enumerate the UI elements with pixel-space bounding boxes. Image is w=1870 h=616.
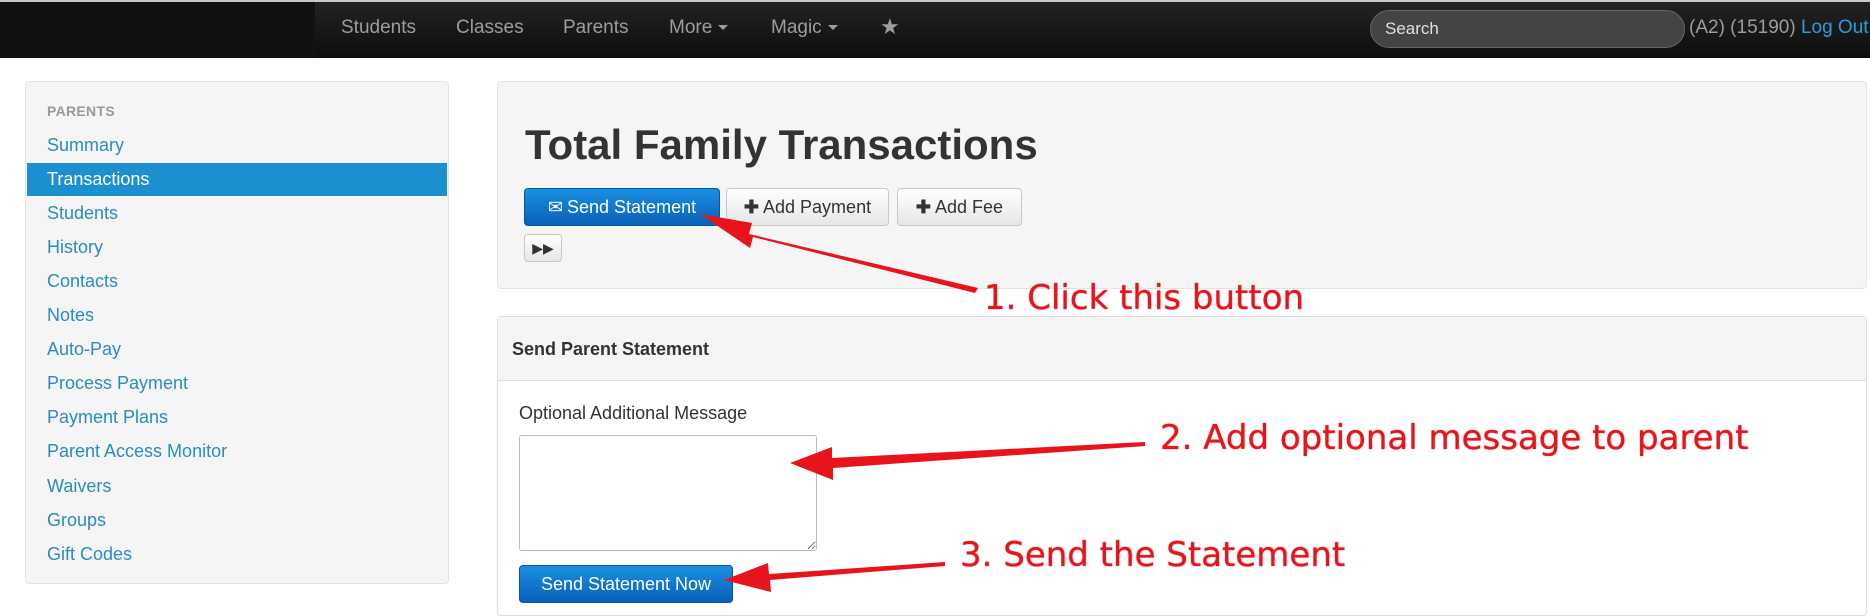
top-navbar: Students Classes Parents More Magic ★ (A… bbox=[0, 0, 1870, 58]
sidebar-item-process-payment[interactable]: Process Payment bbox=[27, 367, 447, 400]
sidebar-item-contacts[interactable]: Contacts bbox=[27, 265, 447, 298]
user-info: (A2) (15190) Log Out bbox=[1689, 16, 1869, 40]
star-icon[interactable]: ★ bbox=[880, 14, 900, 40]
sidebar-heading: PARENTS bbox=[47, 103, 115, 119]
message-textarea[interactable] bbox=[519, 435, 817, 551]
fast-forward-icon: ▶▶ bbox=[532, 240, 554, 256]
sidebar: PARENTS Summary Transactions Students Hi… bbox=[25, 81, 449, 584]
annotation-step3: 3. Send the Statement bbox=[960, 535, 1346, 575]
nav-magic-dropdown[interactable]: Magic bbox=[771, 16, 838, 40]
plus-icon: ✚ bbox=[915, 197, 932, 217]
annotation-step2: 2. Add optional message to parent bbox=[1160, 418, 1749, 458]
add-payment-button[interactable]: ✚ Add Payment bbox=[726, 188, 889, 226]
nav-magic-label: Magic bbox=[771, 17, 822, 38]
send-statement-button[interactable]: ✉ Send Statement bbox=[524, 188, 720, 226]
add-fee-label: Add Fee bbox=[935, 197, 1004, 217]
sidebar-item-transactions[interactable]: Transactions bbox=[27, 163, 447, 196]
sidebar-item-auto-pay[interactable]: Auto-Pay bbox=[27, 333, 447, 366]
nav-students[interactable]: Students bbox=[341, 16, 416, 40]
caret-down-icon bbox=[827, 25, 838, 31]
annotation-step1: 1. Click this button bbox=[984, 278, 1305, 318]
panel-heading: Send Parent Statement bbox=[498, 317, 1866, 381]
send-statement-now-button[interactable]: Send Statement Now bbox=[519, 565, 733, 603]
sidebar-item-gift-codes[interactable]: Gift Codes bbox=[27, 538, 447, 571]
brand-area bbox=[0, 2, 315, 58]
sidebar-item-payment-plans[interactable]: Payment Plans bbox=[27, 401, 447, 434]
add-fee-button[interactable]: ✚ Add Fee bbox=[897, 188, 1022, 226]
sidebar-item-summary[interactable]: Summary bbox=[27, 129, 447, 162]
nav-parents[interactable]: Parents bbox=[563, 16, 628, 40]
caret-down-icon bbox=[718, 25, 729, 31]
panel-title: Send Parent Statement bbox=[512, 339, 710, 359]
envelope-icon: ✉ bbox=[547, 197, 563, 217]
add-payment-label: Add Payment bbox=[763, 197, 872, 217]
sidebar-item-students[interactable]: Students bbox=[27, 197, 447, 230]
search-input[interactable] bbox=[1370, 10, 1685, 48]
sidebar-item-notes[interactable]: Notes bbox=[27, 299, 447, 332]
transactions-header: Total Family Transactions ✉ Send Statemen… bbox=[497, 81, 1867, 289]
sidebar-item-parent-access-monitor[interactable]: Parent Access Monitor bbox=[27, 435, 447, 468]
sidebar-item-history[interactable]: History bbox=[27, 231, 447, 264]
page-title: Total Family Transactions bbox=[525, 121, 1038, 168]
sidebar-item-groups[interactable]: Groups bbox=[27, 504, 447, 537]
logout-link[interactable]: Log Out bbox=[1801, 17, 1869, 38]
user-id-text: (A2) (15190) bbox=[1689, 17, 1796, 38]
nav-more-dropdown[interactable]: More bbox=[669, 16, 729, 40]
message-label: Optional Additional Message bbox=[519, 403, 748, 423]
nav-classes[interactable]: Classes bbox=[456, 16, 524, 40]
plus-icon: ✚ bbox=[743, 197, 760, 217]
sidebar-item-waivers[interactable]: Waivers bbox=[27, 470, 447, 503]
send-statement-label: Send Statement bbox=[567, 197, 697, 217]
nav-more-label: More bbox=[669, 17, 713, 38]
fast-forward-button[interactable]: ▶▶ bbox=[524, 234, 562, 262]
